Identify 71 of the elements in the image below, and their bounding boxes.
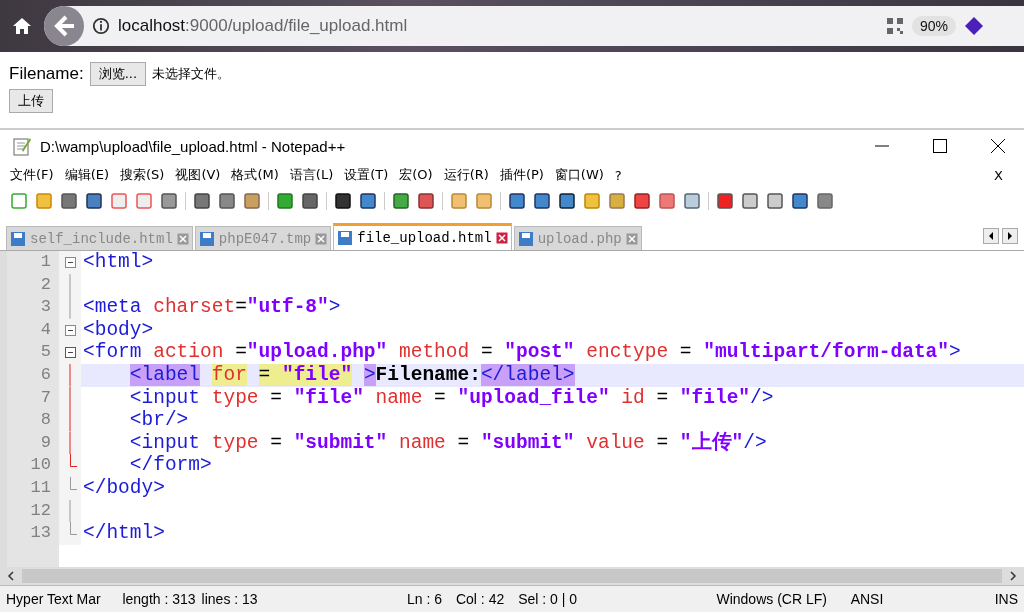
menu-item[interactable]: 窗口(W) bbox=[554, 166, 609, 184]
line-number: 5 bbox=[7, 341, 59, 364]
status-field: INS bbox=[994, 591, 1024, 607]
url-text: localhost:9000/upload/file_upload.html bbox=[118, 16, 408, 36]
diamond-icon[interactable] bbox=[964, 16, 984, 36]
code-line: <body> bbox=[82, 318, 154, 342]
menu-item[interactable]: 插件(P) bbox=[499, 166, 549, 184]
fold-toggle-icon[interactable] bbox=[64, 256, 76, 268]
line-number: 11 bbox=[7, 476, 59, 500]
scroll-right-icon[interactable] bbox=[1008, 571, 1018, 581]
zoom-level[interactable]: 90% bbox=[911, 16, 956, 36]
menu-item[interactable]: 文件(F) bbox=[10, 166, 59, 184]
code-line: </form> bbox=[128, 454, 212, 477]
file-tab[interactable]: file_upload.html bbox=[333, 223, 512, 250]
info-icon[interactable] bbox=[92, 17, 110, 35]
status-field: Sel : 0 | 0 bbox=[518, 591, 717, 607]
line-number: 6 bbox=[7, 363, 59, 387]
code-line: <input type = "submit" name = "submit" value = "上传"/> bbox=[128, 431, 767, 455]
status-field: length : 313 bbox=[122, 591, 202, 607]
code-line: <input type = "file" name = "upload_file" id = "file"/> bbox=[128, 386, 774, 410]
line-number: 1 bbox=[7, 251, 59, 274]
close-icon[interactable] bbox=[990, 138, 1006, 154]
menu-item[interactable]: 视图(V) bbox=[175, 166, 226, 184]
line-number: 9 bbox=[7, 431, 59, 455]
menu-item[interactable]: 语言(L) bbox=[289, 166, 339, 184]
qr-code-icon[interactable] bbox=[885, 17, 904, 35]
status-field: ANSI bbox=[850, 591, 995, 607]
address-bar[interactable]: localhost:9000/upload/file_upload.html 90% bbox=[44, 6, 1024, 46]
home-icon[interactable] bbox=[12, 16, 32, 36]
maximize-icon[interactable] bbox=[932, 138, 948, 154]
scroll-right-icon[interactable] bbox=[1002, 228, 1018, 244]
menu-item[interactable]: 搜索(S) bbox=[120, 166, 170, 184]
line-number: 2 bbox=[7, 273, 59, 297]
status-field: Windows (CR LF) bbox=[716, 591, 851, 607]
code-line: <html> bbox=[82, 251, 154, 274]
fold-toggle-icon[interactable] bbox=[64, 347, 76, 359]
status-field: Col : 42 bbox=[455, 591, 519, 607]
fold-toggle-icon[interactable] bbox=[64, 324, 76, 336]
menu-item[interactable]: ? bbox=[614, 167, 627, 183]
code-line: <label for = "file" >Filename:</label> bbox=[128, 363, 575, 387]
line-number: 12 bbox=[7, 499, 59, 523]
upload-button[interactable]: 上传 bbox=[9, 89, 53, 113]
line-number: 3 bbox=[7, 296, 59, 319]
line-number: 8 bbox=[7, 409, 59, 432]
menu-item[interactable]: 格式(M) bbox=[231, 166, 284, 184]
menu-item[interactable]: 宏(O) bbox=[399, 166, 438, 184]
menu-item[interactable]: 运行(R) bbox=[443, 166, 494, 184]
code-line: </body> bbox=[82, 476, 165, 500]
line-number: 7 bbox=[7, 386, 59, 410]
browse-button[interactable]: 浏览... bbox=[89, 62, 147, 86]
scroll-left-icon[interactable] bbox=[6, 571, 16, 581]
filename-label: Filename: bbox=[9, 64, 84, 84]
no-file-text: 未选择文件。 bbox=[152, 65, 231, 83]
window-title: D:\wamp\upload\file_upload.html - Notepad++ bbox=[40, 137, 346, 155]
status-field: Hyper Text Mar bbox=[6, 591, 123, 607]
line-number: 4 bbox=[7, 318, 59, 342]
status-field: lines : 13 bbox=[201, 591, 395, 607]
status-field: Ln : 6 bbox=[406, 591, 456, 607]
back-icon[interactable] bbox=[44, 6, 84, 46]
scroll-left-icon[interactable] bbox=[983, 228, 999, 244]
code-line: <br/> bbox=[128, 409, 189, 432]
code-line: </html> bbox=[82, 522, 165, 545]
code-line: <form action ="upload.php" method = "post" enctype = "multipart/form-data"> bbox=[82, 341, 961, 364]
close-document-button[interactable]: X bbox=[994, 167, 1008, 183]
notepad-icon bbox=[12, 136, 32, 156]
menu-item[interactable]: 设置(T) bbox=[344, 166, 394, 184]
menu-item[interactable]: 编辑(E) bbox=[64, 166, 114, 184]
line-number: 10 bbox=[7, 454, 59, 477]
line-number: 13 bbox=[7, 522, 59, 545]
horizontal-scrollbar[interactable] bbox=[0, 567, 1024, 585]
code-line: <meta charset="utf-8"> bbox=[82, 296, 341, 319]
